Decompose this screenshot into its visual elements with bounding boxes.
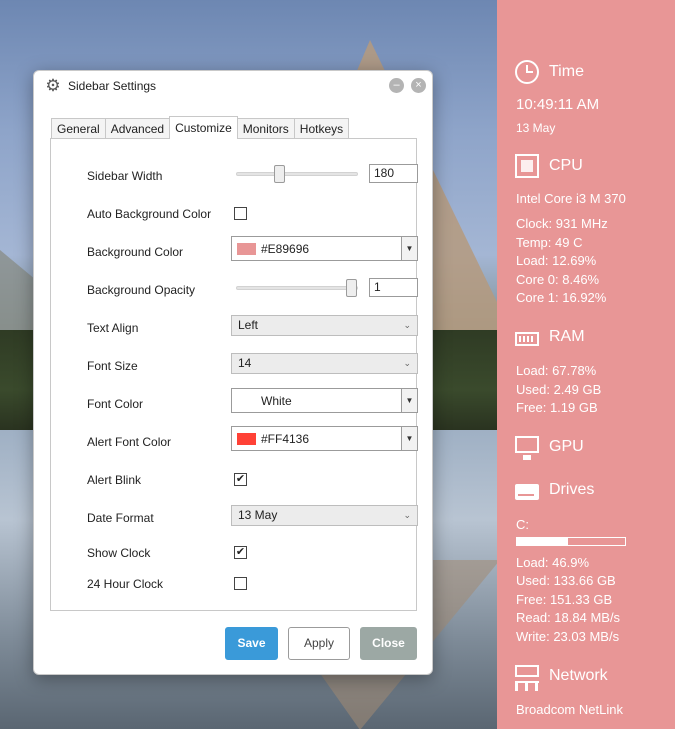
dialog-title: Sidebar Settings xyxy=(68,79,157,93)
sidebar-settings-dialog: ⚙ Sidebar Settings – × General Advanced … xyxy=(33,70,433,675)
sidebar-width-slider-thumb[interactable] xyxy=(274,165,286,183)
gpu-heading: GPU xyxy=(515,436,584,460)
background-color-select[interactable]: #E89696 ▼ xyxy=(231,236,418,261)
settings-tabs: General Advanced Customize Monitors Hotk… xyxy=(51,116,350,139)
cpu-name: Intel Core i3 M 370 xyxy=(516,191,626,206)
24-hour-clock-label: 24 Hour Clock xyxy=(87,577,164,591)
text-align-value: Left xyxy=(238,318,259,332)
tab-general[interactable]: General xyxy=(51,118,106,139)
drive-icon xyxy=(515,484,539,500)
background-color-label: Background Color xyxy=(87,245,184,259)
chevron-down-icon: ⌄ xyxy=(403,510,411,520)
ram-load: Load: 67.78% xyxy=(516,363,597,378)
date-format-select[interactable]: 13 May ⌄ xyxy=(231,505,418,526)
drive-write: Write: 23.03 MB/s xyxy=(516,629,620,644)
background-opacity-slider[interactable] xyxy=(236,279,358,297)
time-clock: 10:49:11 AM xyxy=(516,96,600,113)
background-opacity-label: Background Opacity xyxy=(87,283,196,297)
drive-read: Read: 18.84 MB/s xyxy=(516,610,621,625)
dropdown-arrow-icon[interactable]: ▼ xyxy=(401,427,417,450)
show-clock-checkbox[interactable]: ✔ xyxy=(234,546,247,559)
ram-free: Free: 1.19 GB xyxy=(516,400,598,415)
cpu-clock: Clock: 931 MHz xyxy=(516,216,608,231)
cpu-load: Load: 12.69% xyxy=(516,253,597,268)
drive-free: Free: 151.33 GB xyxy=(516,592,613,607)
minimize-button[interactable]: – xyxy=(389,78,404,93)
auto-background-color-checkbox[interactable] xyxy=(234,207,247,220)
font-color-select[interactable]: White ▼ xyxy=(231,388,418,413)
alert-font-color-label: Alert Font Color xyxy=(87,435,172,449)
close-window-button[interactable]: × xyxy=(411,78,426,93)
sidebar-width-slider[interactable] xyxy=(236,165,358,183)
time-heading-label: Time xyxy=(549,63,584,80)
drives-heading: Drives xyxy=(515,480,594,500)
dropdown-arrow-icon[interactable]: ▼ xyxy=(401,237,417,260)
background-color-swatch xyxy=(237,243,256,255)
tab-advanced[interactable]: Advanced xyxy=(104,118,171,139)
clock-icon xyxy=(515,60,539,84)
alert-font-color-value: #FF4136 xyxy=(261,432,310,446)
font-size-label: Font Size xyxy=(87,359,138,373)
font-size-select[interactable]: 14 ⌄ xyxy=(231,353,418,374)
alert-font-color-select[interactable]: #FF4136 ▼ xyxy=(231,426,418,451)
background-color-value: #E89696 xyxy=(261,242,310,256)
drive-used: Used: 133.66 GB xyxy=(516,573,616,588)
gear-icon: ⚙ xyxy=(45,76,61,95)
time-date: 13 May xyxy=(516,121,556,135)
24-hour-clock-checkbox[interactable] xyxy=(234,577,247,590)
save-button[interactable]: Save xyxy=(225,627,278,660)
network-heading: Network xyxy=(515,665,608,691)
monitor-icon xyxy=(515,436,539,460)
drive-usage-fill xyxy=(517,538,568,545)
cpu-core0: Core 0: 8.46% xyxy=(516,272,600,287)
cpu-heading: CPU xyxy=(515,154,583,178)
date-format-value: 13 May xyxy=(238,508,278,522)
customize-panel: Sidebar Width 180 Auto Background Color … xyxy=(50,138,418,611)
ram-heading: RAM xyxy=(515,327,585,346)
gpu-heading-label: GPU xyxy=(549,438,584,455)
network-heading-label: Network xyxy=(549,667,608,684)
drive-usage-bar xyxy=(516,537,626,546)
text-align-select[interactable]: Left ⌄ xyxy=(231,315,418,336)
font-color-label: Font Color xyxy=(87,397,144,411)
time-heading: Time xyxy=(515,60,584,84)
background-opacity-input[interactable]: 1 xyxy=(369,278,418,297)
dialog-titlebar[interactable]: ⚙ Sidebar Settings – × xyxy=(34,71,432,101)
cpu-heading-label: CPU xyxy=(549,157,583,174)
drives-heading-label: Drives xyxy=(549,481,595,498)
ram-used: Used: 2.49 GB xyxy=(516,382,602,397)
alert-font-color-swatch xyxy=(237,433,256,445)
cpu-core1: Core 1: 16.92% xyxy=(516,290,607,305)
background-opacity-slider-thumb[interactable] xyxy=(346,279,357,297)
font-color-value: White xyxy=(261,394,292,408)
tab-monitors[interactable]: Monitors xyxy=(236,118,295,139)
alert-blink-checkbox[interactable]: ✔ xyxy=(234,473,247,486)
cpu-temp: Temp: 49 C xyxy=(516,235,583,250)
auto-background-color-label: Auto Background Color xyxy=(87,207,212,221)
ram-icon xyxy=(515,332,539,346)
sidebar-width-label: Sidebar Width xyxy=(87,169,163,183)
sidebar-width-input[interactable]: 180 xyxy=(369,164,418,183)
dropdown-arrow-icon[interactable]: ▼ xyxy=(401,389,417,412)
chevron-down-icon: ⌄ xyxy=(403,358,411,368)
chevron-down-icon: ⌄ xyxy=(403,320,411,330)
cpu-icon xyxy=(515,154,539,178)
network-icon xyxy=(515,665,539,691)
show-clock-label: Show Clock xyxy=(87,546,151,560)
text-align-label: Text Align xyxy=(87,321,139,335)
network-adapter: Broadcom NetLink xyxy=(516,702,623,717)
alert-blink-label: Alert Blink xyxy=(87,473,142,487)
tab-hotkeys[interactable]: Hotkeys xyxy=(293,118,350,139)
drive-load: Load: 46.9% xyxy=(516,555,590,570)
font-size-value: 14 xyxy=(238,356,252,370)
date-format-label: Date Format xyxy=(87,511,154,525)
apply-button[interactable]: Apply xyxy=(288,627,350,660)
ram-heading-label: RAM xyxy=(549,327,585,345)
monitor-sidebar: Time 10:49:11 AM 13 May CPU Intel Core i… xyxy=(497,0,675,729)
drive-letter: C: xyxy=(516,517,529,532)
close-button[interactable]: Close xyxy=(360,627,417,660)
tab-customize[interactable]: Customize xyxy=(169,116,238,139)
